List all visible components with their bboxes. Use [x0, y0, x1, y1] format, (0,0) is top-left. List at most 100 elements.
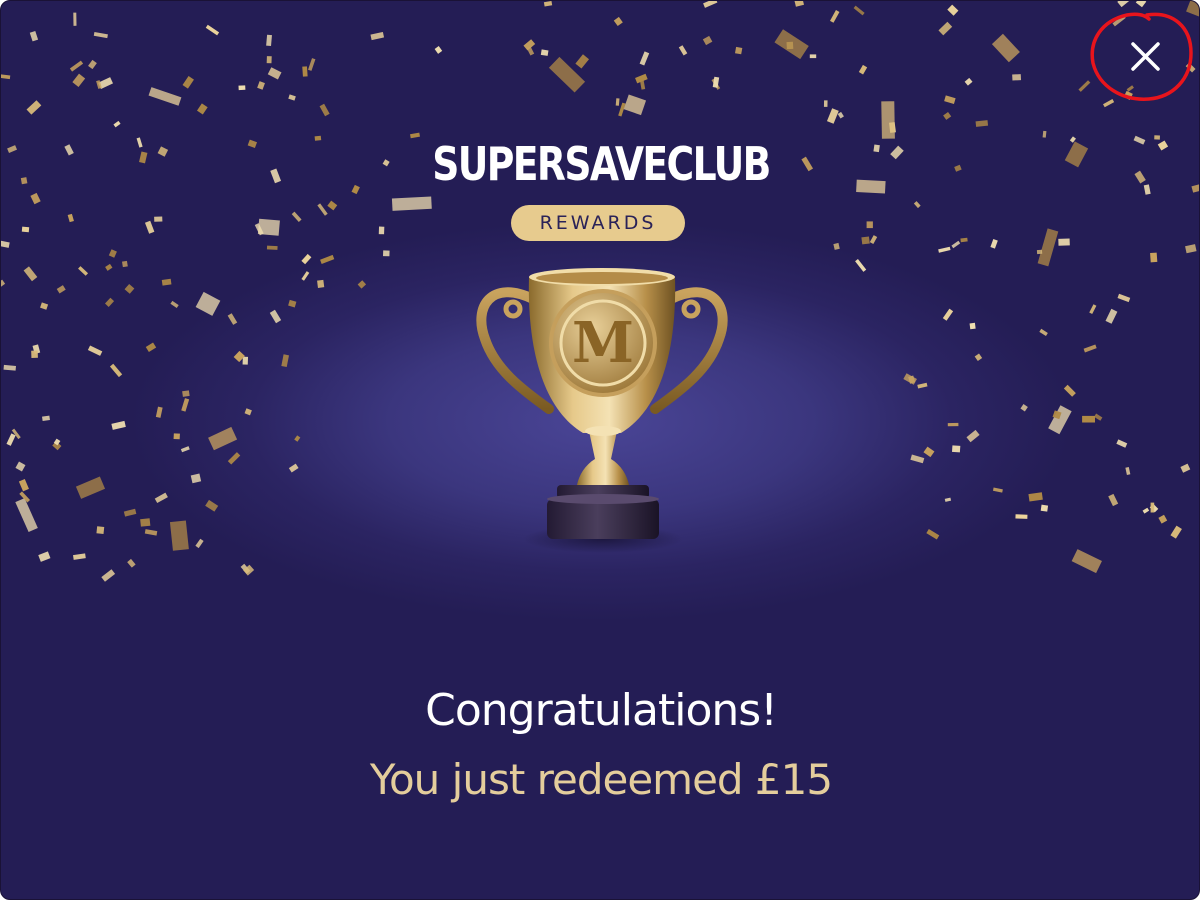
brand-title: SUPERSAVECLUB — [432, 137, 771, 191]
confetti-piece — [913, 201, 921, 209]
confetti-piece — [124, 283, 135, 294]
confetti-piece — [1037, 228, 1059, 267]
confetti-piece — [434, 46, 443, 54]
confetti-piece — [357, 280, 367, 289]
confetti-piece — [639, 79, 646, 90]
confetti-piece — [127, 558, 136, 568]
confetti-piece — [154, 492, 168, 504]
confetti-piece — [227, 452, 241, 465]
confetti-piece — [18, 478, 29, 492]
confetti-piece — [960, 237, 968, 243]
confetti-piece — [639, 51, 650, 66]
confetti-piece — [291, 211, 302, 222]
confetti-piece — [190, 473, 202, 484]
confetti-piece — [96, 80, 102, 89]
confetti-piece — [618, 102, 626, 117]
confetti-piece — [7, 145, 18, 153]
confetti-piece — [182, 76, 194, 89]
confetti-piece — [196, 103, 208, 115]
confetti-piece — [1158, 514, 1168, 524]
confetti-piece — [238, 85, 246, 91]
confetti-piece — [823, 100, 828, 107]
confetti-piece — [837, 111, 844, 119]
confetti-piece — [109, 363, 123, 378]
confetti-piece — [1142, 507, 1150, 514]
confetti-piece — [123, 508, 137, 517]
confetti-piece — [72, 73, 86, 87]
confetti-piece — [144, 220, 155, 234]
trophy-icon: M — [476, 268, 728, 553]
confetti-piece — [1036, 249, 1043, 255]
confetti-piece — [98, 77, 114, 89]
confetti-piece — [6, 433, 16, 446]
confetti-piece — [543, 1, 553, 7]
confetti-piece — [154, 216, 163, 222]
confetti-piece — [302, 66, 308, 77]
confetti-piece — [526, 46, 535, 56]
confetti-piece — [1040, 504, 1049, 512]
confetti-piece — [540, 49, 549, 56]
confetti-piece — [991, 33, 1020, 63]
confetti-piece — [855, 259, 867, 272]
confetti-piece — [1149, 503, 1159, 513]
confetti-piece — [615, 98, 620, 106]
confetti-piece — [3, 364, 16, 371]
confetti-piece — [1125, 467, 1131, 475]
confetti-piece — [267, 67, 282, 80]
confetti-piece — [11, 428, 21, 440]
confetti-piece — [155, 406, 163, 418]
confetti-piece — [1, 240, 10, 248]
confetti-piece — [623, 94, 647, 116]
confetti-piece — [990, 239, 998, 249]
confetti-piece — [64, 144, 74, 156]
confetti-piece — [73, 12, 77, 26]
confetti-piece — [975, 120, 989, 127]
reward-modal: SUPERSAVECLUB REWARDS M Congratulations!… — [0, 0, 1200, 900]
close-button[interactable] — [1087, 9, 1195, 103]
confetti-piece — [53, 438, 61, 446]
confetti-piece — [548, 56, 586, 93]
confetti-piece — [943, 111, 952, 120]
confetti-piece — [317, 203, 328, 216]
confetti-piece — [21, 226, 30, 233]
confetti-piece — [294, 435, 301, 442]
confetti-piece — [30, 192, 41, 205]
confetti-piece — [1048, 405, 1072, 435]
confetti-piece — [288, 94, 296, 101]
confetti-piece — [20, 177, 28, 185]
confetti-piece — [145, 342, 157, 353]
confetti-piece — [523, 39, 536, 51]
confetti-piece — [635, 73, 648, 84]
confetti-piece — [15, 461, 26, 472]
confetti-piece — [1028, 492, 1043, 502]
confetti-piece — [254, 223, 264, 236]
confetti-piece — [308, 58, 316, 71]
trophy-letter: M — [572, 310, 634, 376]
confetti-piece — [1154, 135, 1160, 140]
confetti-piece — [69, 60, 84, 72]
confetti-piece — [944, 497, 952, 502]
confetti-piece — [1012, 74, 1022, 81]
confetti-piece — [1134, 170, 1146, 184]
confetti-piece — [195, 538, 204, 549]
confetti-piece — [320, 254, 335, 264]
confetti-piece — [944, 95, 956, 104]
confetti-piece — [75, 476, 106, 499]
confetti-piece — [613, 16, 623, 27]
confetti-piece — [170, 300, 179, 309]
confetti-piece — [73, 553, 86, 560]
close-icon[interactable] — [1087, 9, 1195, 103]
confetti-piece — [113, 120, 121, 128]
confetti-piece — [1180, 463, 1191, 473]
confetti-piece — [383, 250, 390, 257]
confetti-piece — [301, 271, 310, 281]
confetti-piece — [288, 299, 297, 308]
confetti-piece — [266, 56, 272, 64]
confetti-piece — [833, 242, 840, 250]
confetti-piece — [903, 373, 917, 385]
confetti-piece — [1071, 549, 1102, 574]
confetti-piece — [703, 1, 718, 8]
confetti-piece — [1089, 304, 1097, 315]
confetti-piece — [391, 196, 432, 211]
confetti-piece — [140, 518, 151, 527]
